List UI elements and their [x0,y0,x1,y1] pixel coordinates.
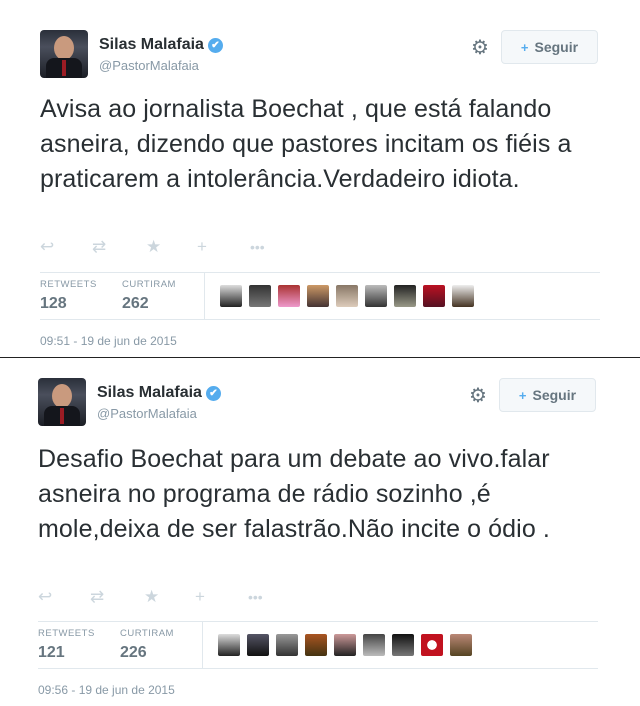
follow-person-icon: + [520,40,529,55]
favorite-icon[interactable]: ★ [146,236,161,258]
liker-avatar[interactable] [305,634,327,656]
liker-avatar[interactable] [363,634,385,656]
verified-icon: ✔ [205,386,221,401]
avatar-tie [60,408,64,424]
gear-icon[interactable]: ⚙ [469,37,491,59]
avatar-face [52,384,72,408]
liker-avatar[interactable] [394,285,416,307]
follow-label: Seguir [532,387,577,403]
follow-label: Seguir [534,39,579,55]
follow-action-icon[interactable]: + [195,586,205,608]
verified-icon: ✔ [207,38,223,53]
likes-stat[interactable]: CURTIRAM 262 [122,279,176,313]
liker-avatar[interactable] [218,634,240,656]
liker-avatar[interactable] [307,285,329,307]
liker-avatar[interactable] [249,285,271,307]
liker-avatar[interactable] [220,285,242,307]
tweet-card-1: Silas Malafaia ✔ @PastorMalafaia ⚙ + Segui… [0,0,640,358]
liker-avatar[interactable] [276,634,298,656]
retweet-icon[interactable]: ⇄ [92,236,106,258]
author-handle[interactable]: @PastorMalafaia [99,58,199,73]
author-avatar[interactable] [40,30,88,78]
tweet-text: Desafio Boechat para um debate ao vivo.f… [38,445,550,543]
stats-divider [202,622,203,668]
more-icon[interactable]: ••• [250,236,265,258]
likes-label: CURTIRAM [120,628,174,639]
author-name[interactable]: Silas Malafaia ✔ [99,36,223,54]
avatar-tie [62,60,66,76]
reply-icon[interactable]: ↩ [40,236,54,258]
liker-avatar[interactable] [423,285,445,307]
liker-avatar[interactable] [247,634,269,656]
stats-divider [204,273,205,319]
gear-icon[interactable]: ⚙ [467,385,489,407]
liker-avatar[interactable] [365,285,387,307]
liker-avatar[interactable] [336,285,358,307]
likes-count: 262 [122,295,149,312]
tweet-timestamp[interactable]: 09:51 - 19 de jun de 2015 [40,334,177,348]
author-avatar[interactable] [38,378,86,426]
avatar-face [54,36,74,60]
likes-count: 226 [120,644,147,661]
liker-avatar[interactable] [278,285,300,307]
tweet-card-2: Silas Malafaia ✔ @PastorMalafaia ⚙ + Segui… [0,360,640,706]
retweets-stat[interactable]: RETWEETS 121 [38,628,95,662]
tweet-stats: RETWEETS 121 CURTIRAM 226 [38,621,598,669]
liker-avatar[interactable] [334,634,356,656]
retweets-count: 128 [40,295,67,312]
reply-icon[interactable]: ↩ [38,586,52,608]
liker-avatar[interactable] [452,285,474,307]
liker-avatar[interactable] [421,634,443,656]
tweet-timestamp[interactable]: 09:56 - 19 de jun de 2015 [38,683,175,697]
liker-avatar[interactable] [450,634,472,656]
author-handle[interactable]: @PastorMalafaia [97,406,197,421]
retweet-icon[interactable]: ⇄ [90,586,104,608]
likes-label: CURTIRAM [122,279,176,290]
tweet-stats: RETWEETS 128 CURTIRAM 262 [40,272,600,320]
more-icon[interactable]: ••• [248,586,263,608]
retweets-stat[interactable]: RETWEETS 128 [40,279,97,313]
author-name-text[interactable]: Silas Malafaia [97,384,202,401]
follow-action-icon[interactable]: + [197,236,207,258]
follow-person-icon: + [518,388,527,403]
retweets-count: 121 [38,644,65,661]
tweet-separator [0,357,640,358]
likes-stat[interactable]: CURTIRAM 226 [120,628,174,662]
author-name-text[interactable]: Silas Malafaia [99,36,204,53]
favorite-icon[interactable]: ★ [144,586,159,608]
author-name[interactable]: Silas Malafaia ✔ [97,384,221,402]
liker-avatar[interactable] [392,634,414,656]
tweet-text: Avisa ao jornalista Boechat , que está f… [40,95,572,193]
retweets-label: RETWEETS [38,628,95,639]
retweets-label: RETWEETS [40,279,97,290]
follow-button[interactable]: + Seguir [499,378,596,412]
follow-button[interactable]: + Seguir [501,30,598,64]
